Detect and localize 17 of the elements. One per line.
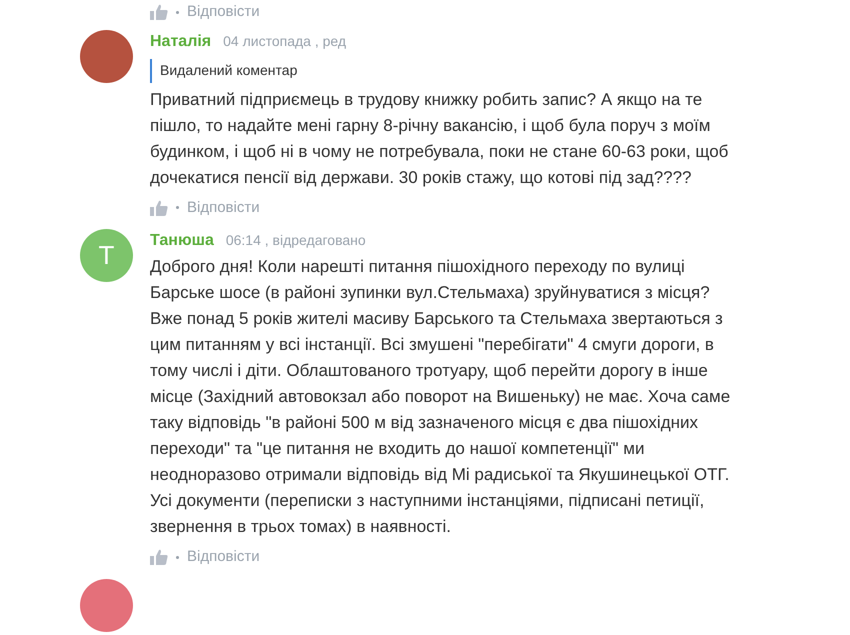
dot-separator: [176, 10, 179, 14]
author-name[interactable]: Танюша: [150, 229, 214, 253]
comment-meta: 04 листопада , ред: [223, 32, 346, 51]
thumbs-up-icon[interactable]: [150, 4, 168, 20]
comment-text: Приватний підприємець в трудову книжку робить запис? А якщо на те пішло, то надайте мені гарну 8-річну вакансію, і щоб була поруч з моїм будинком, і щоб ні в чому не потребувала, поки не стане 60-63 роки, щоб дочекатися пенсії від держави. 30 років стажу, що котові під зад????: [150, 88, 730, 188]
dot-separator: [176, 206, 179, 210]
thumbs-up-icon[interactable]: [150, 549, 168, 566]
author-name[interactable]: Наталія: [150, 30, 212, 54]
reply-link[interactable]: Відповісти: [187, 1, 260, 24]
reply-link[interactable]: Відповісти: [187, 196, 260, 219]
avatar: Т: [80, 229, 133, 282]
dot-separator: [176, 556, 179, 559]
reply-link[interactable]: Відповісти: [187, 546, 260, 568]
quoted-comment: Видалений коментар: [160, 62, 298, 78]
thumbs-up-icon[interactable]: [150, 200, 168, 216]
comment-meta: 06:14 , відредаговано: [226, 231, 366, 250]
comment-text: Доброго дня! Коли нарешті питання пішохідного переходу по вулиці Барське шосе (в районі зупинки вул.Стельмаха) зруйнуватися з місця? Вже понад 5 років жителі масиву Барського та Стельмаха звертаються з цим питанням у всі інстанції. Всі змушені "перебігати" 4 смуги дороги, в тому числі і діти. Облаштованого тротуару, щоб перейти дорогу в інше місце (Західний автовокзал або поворот на Вишеньку) не має. Хоча саме таку відповідь "в районі 500 м від зазначеного місця є два пішохідних переходи" та "це питання не входить до нашої компетенції" ми неодноразово отримали відповідь від Мі радиської та Якушинецької ОТГ. Усі документи (переписки з наступними інстанціями, підписані петиції, звернення в трьох томах) в наявності.: [150, 256, 732, 538]
